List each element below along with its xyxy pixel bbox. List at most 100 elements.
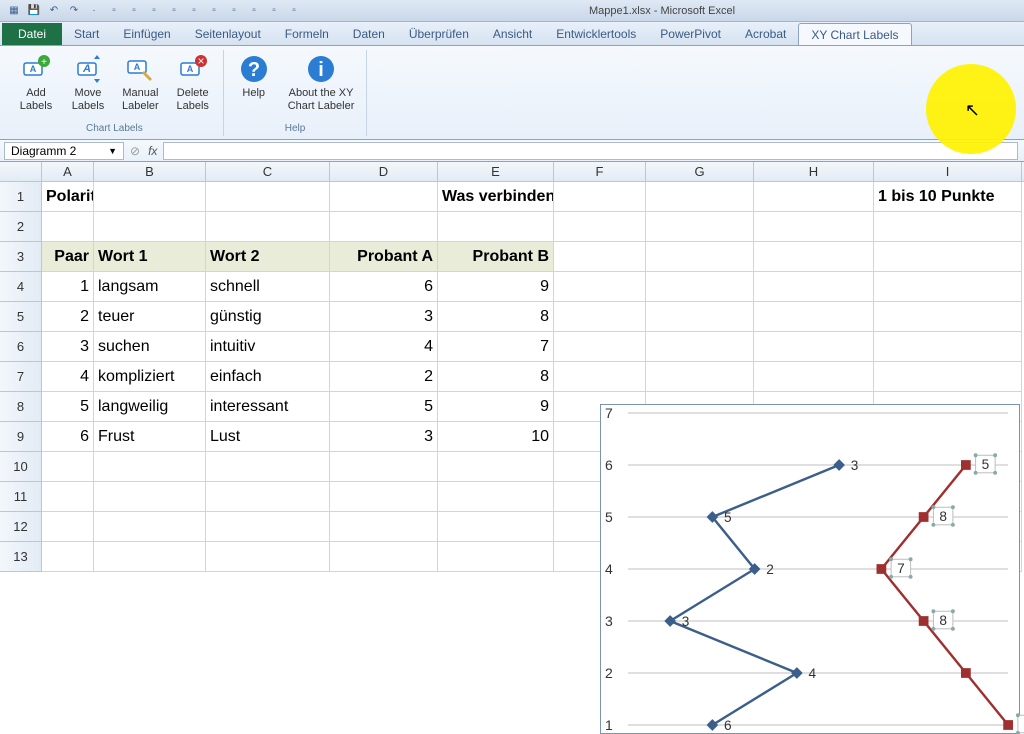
- cell[interactable]: [94, 482, 206, 512]
- qat-btn[interactable]: ▫: [226, 3, 242, 19]
- cell[interactable]: Lust: [206, 422, 330, 452]
- cell[interactable]: 1 bis 10 Punkte: [874, 182, 1022, 212]
- cell[interactable]: [554, 182, 646, 212]
- column-header[interactable]: E: [438, 162, 554, 181]
- column-header[interactable]: B: [94, 162, 206, 181]
- cell[interactable]: Wort 1: [94, 242, 206, 272]
- cell[interactable]: [438, 542, 554, 572]
- tab-seitenlayout[interactable]: Seitenlayout: [183, 23, 273, 45]
- redo-icon[interactable]: ↷: [66, 3, 82, 19]
- cell[interactable]: [754, 212, 874, 242]
- tab-file[interactable]: Datei: [2, 23, 62, 45]
- fx-icon[interactable]: fx: [148, 144, 157, 158]
- cell[interactable]: [330, 182, 438, 212]
- chevron-down-icon[interactable]: ▼: [108, 146, 117, 156]
- cell[interactable]: [646, 182, 754, 212]
- column-header[interactable]: A: [42, 162, 94, 181]
- row-header[interactable]: 2: [0, 212, 42, 242]
- cell[interactable]: [646, 212, 754, 242]
- cell[interactable]: günstig: [206, 302, 330, 332]
- fx-cancel-icon[interactable]: ⊘: [130, 144, 140, 158]
- column-header[interactable]: H: [754, 162, 874, 181]
- cell[interactable]: suchen: [94, 332, 206, 362]
- cell[interactable]: 8: [438, 302, 554, 332]
- qat-btn[interactable]: ▫: [106, 3, 122, 19]
- cell[interactable]: Polaritätsprofil / Semantisches Differen…: [42, 182, 94, 212]
- cell[interactable]: [42, 212, 94, 242]
- cell[interactable]: interessant: [206, 392, 330, 422]
- cell[interactable]: 6: [330, 272, 438, 302]
- column-header[interactable]: F: [554, 162, 646, 181]
- cell[interactable]: [646, 332, 754, 362]
- cell[interactable]: [646, 302, 754, 332]
- row-header[interactable]: 6: [0, 332, 42, 362]
- cell[interactable]: 9: [438, 392, 554, 422]
- cell[interactable]: [94, 512, 206, 542]
- cell[interactable]: 10: [438, 422, 554, 452]
- tab-daten[interactable]: Daten: [341, 23, 397, 45]
- cell[interactable]: [438, 452, 554, 482]
- cell[interactable]: [206, 452, 330, 482]
- column-header[interactable]: G: [646, 162, 754, 181]
- cell[interactable]: Frust: [94, 422, 206, 452]
- add-labels-button[interactable]: +AAddLabels: [12, 50, 60, 121]
- cell[interactable]: [646, 242, 754, 272]
- tab-überprüfen[interactable]: Überprüfen: [397, 23, 481, 45]
- cell[interactable]: [754, 182, 874, 212]
- cell[interactable]: [206, 182, 330, 212]
- cell[interactable]: [554, 212, 646, 242]
- cell[interactable]: [42, 482, 94, 512]
- cell[interactable]: kompliziert: [94, 362, 206, 392]
- tab-acrobat[interactable]: Acrobat: [733, 23, 798, 45]
- cell[interactable]: [874, 242, 1022, 272]
- row-header[interactable]: 7: [0, 362, 42, 392]
- cell[interactable]: [206, 482, 330, 512]
- cell[interactable]: [42, 542, 94, 572]
- cell[interactable]: [42, 452, 94, 482]
- cell[interactable]: [646, 362, 754, 392]
- cell[interactable]: [94, 212, 206, 242]
- cell[interactable]: [754, 302, 874, 332]
- cell[interactable]: [554, 302, 646, 332]
- cell[interactable]: 7: [438, 332, 554, 362]
- delete-labels-button[interactable]: ×ADeleteLabels: [169, 50, 217, 121]
- tab-start[interactable]: Start: [62, 23, 111, 45]
- cell[interactable]: [554, 272, 646, 302]
- qat-btn[interactable]: ▫: [186, 3, 202, 19]
- qat-btn[interactable]: ▫: [146, 3, 162, 19]
- cell[interactable]: [754, 242, 874, 272]
- cell[interactable]: [438, 212, 554, 242]
- formula-input[interactable]: [163, 142, 1018, 160]
- cell[interactable]: [874, 272, 1022, 302]
- tab-powerpivot[interactable]: PowerPivot: [648, 23, 733, 45]
- row-header[interactable]: 1: [0, 182, 42, 212]
- cell[interactable]: 3: [330, 302, 438, 332]
- cell[interactable]: 5: [42, 392, 94, 422]
- cell[interactable]: Wort 2: [206, 242, 330, 272]
- cell[interactable]: [554, 332, 646, 362]
- cell[interactable]: [874, 332, 1022, 362]
- row-header[interactable]: 5: [0, 302, 42, 332]
- chart-object[interactable]: 3523465878 1234567: [600, 404, 1020, 734]
- help-button[interactable]: ?Help: [230, 50, 278, 121]
- about-button[interactable]: iAbout the XYChart Labeler: [282, 50, 361, 121]
- cell[interactable]: [330, 512, 438, 542]
- manual-labeler-button[interactable]: AManualLabeler: [116, 50, 165, 121]
- cell[interactable]: 5: [330, 392, 438, 422]
- column-header[interactable]: C: [206, 162, 330, 181]
- cell[interactable]: 2: [42, 302, 94, 332]
- cell[interactable]: Paar: [42, 242, 94, 272]
- cell[interactable]: langsam: [94, 272, 206, 302]
- cell[interactable]: 8: [438, 362, 554, 392]
- select-all-corner[interactable]: [0, 162, 42, 181]
- row-header[interactable]: 11: [0, 482, 42, 512]
- cell[interactable]: [754, 332, 874, 362]
- qat-btn[interactable]: ▫: [246, 3, 262, 19]
- column-header[interactable]: D: [330, 162, 438, 181]
- cell[interactable]: schnell: [206, 272, 330, 302]
- qat-btn[interactable]: ▫: [206, 3, 222, 19]
- cell[interactable]: [330, 452, 438, 482]
- tab-entwicklertools[interactable]: Entwicklertools: [544, 23, 648, 45]
- cell[interactable]: [330, 542, 438, 572]
- cell[interactable]: 4: [42, 362, 94, 392]
